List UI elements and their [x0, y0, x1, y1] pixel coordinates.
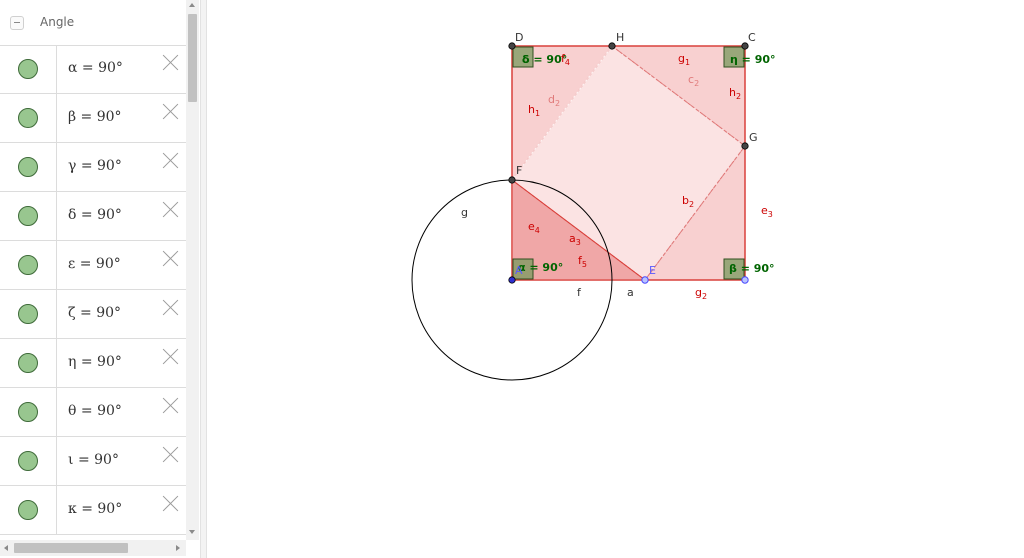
visibility-cell — [0, 388, 57, 436]
visibility-toggle[interactable] — [18, 451, 38, 471]
algebra-row[interactable]: β = 90° — [0, 94, 186, 143]
delete-icon[interactable] — [162, 151, 180, 169]
algebra-expression[interactable]: δ = 90° — [68, 207, 122, 223]
angle-label-bottom-right: β = 90° — [729, 262, 775, 275]
algebra-row[interactable]: ζ = 90° — [0, 290, 186, 339]
algebra-expression[interactable]: ζ = 90° — [68, 305, 121, 321]
algebra-row[interactable]: ι = 90° — [0, 437, 186, 486]
label-D: D — [515, 31, 523, 44]
delete-icon[interactable] — [162, 53, 180, 71]
scroll-up-icon[interactable] — [189, 3, 195, 7]
algebra-row[interactable]: η = 90° — [0, 339, 186, 388]
visibility-toggle[interactable] — [18, 255, 38, 275]
label-C: C — [748, 31, 756, 44]
point-F[interactable] — [508, 176, 516, 184]
label-e3: e3 — [761, 204, 773, 219]
horizontal-scrollbar[interactable] — [0, 540, 186, 556]
algebra-expression[interactable]: κ = 90° — [68, 501, 122, 517]
point-G[interactable] — [741, 142, 749, 150]
angle-marker-bottom-right[interactable]: β = 90° — [723, 258, 775, 280]
graphics-view[interactable]: δ δ = 90° η = 90° α = 90° β = 90° D H C … — [207, 0, 1024, 558]
angle-group-label: Angle — [40, 15, 75, 29]
delete-icon[interactable] — [162, 298, 180, 316]
visibility-cell — [0, 143, 57, 191]
point-B[interactable] — [741, 276, 749, 284]
angle-label-bottom-left: α = 90° — [518, 261, 563, 274]
algebra-expression[interactable]: θ = 90° — [68, 403, 122, 419]
algebra-row[interactable]: α = 90° — [0, 45, 186, 94]
visibility-cell — [0, 45, 57, 93]
point-E[interactable] — [641, 276, 649, 284]
delete-icon[interactable] — [162, 102, 180, 120]
scroll-right-icon[interactable] — [176, 545, 180, 551]
label-H: H — [616, 31, 624, 44]
label-F: F — [516, 164, 522, 177]
visibility-toggle[interactable] — [18, 353, 38, 373]
algebra-expression[interactable]: η = 90° — [68, 354, 122, 370]
visibility-cell — [0, 339, 57, 387]
vertical-scroll-thumb[interactable] — [188, 14, 197, 102]
angle-marker-top-right[interactable]: η = 90° — [723, 46, 776, 68]
visibility-cell — [0, 94, 57, 142]
scroll-down-icon[interactable] — [189, 530, 195, 534]
collapse-group-button[interactable] — [10, 16, 24, 30]
visibility-toggle[interactable] — [18, 500, 38, 520]
angle-group-header: Angle — [0, 0, 186, 46]
algebra-row[interactable]: δ = 90° — [0, 192, 186, 241]
visibility-cell — [0, 290, 57, 338]
label-E: E — [649, 264, 656, 277]
angle-label-top-right: η = 90° — [730, 53, 776, 66]
algebra-expression[interactable]: ι = 90° — [68, 452, 119, 468]
visibility-toggle[interactable] — [18, 304, 38, 324]
label-G: G — [749, 131, 758, 144]
algebra-row[interactable]: κ = 90° — [0, 486, 186, 535]
horizontal-scroll-thumb[interactable] — [14, 543, 128, 553]
algebra-expression[interactable]: γ = 90° — [68, 158, 122, 174]
algebra-expression[interactable]: α = 90° — [68, 60, 123, 76]
visibility-toggle[interactable] — [18, 402, 38, 422]
vertical-scrollbar[interactable] — [186, 0, 199, 540]
delete-icon[interactable] — [162, 494, 180, 512]
label-f: f — [577, 286, 582, 299]
label-A: A — [515, 264, 523, 277]
algebra-expression[interactable]: β = 90° — [68, 109, 122, 125]
algebra-view: Angle α = 90° β = 90° γ = 90° δ = 90° ε … — [0, 0, 200, 558]
visibility-toggle[interactable] — [18, 206, 38, 226]
geometry-canvas[interactable]: δ δ = 90° η = 90° α = 90° β = 90° D H C … — [207, 0, 1024, 558]
visibility-cell — [0, 241, 57, 289]
point-H[interactable] — [608, 42, 616, 50]
visibility-cell — [0, 486, 57, 534]
visibility-toggle[interactable] — [18, 157, 38, 177]
label-a: a — [627, 286, 634, 299]
visibility-cell — [0, 437, 57, 485]
panel-splitter[interactable] — [200, 0, 207, 558]
label-g2: g2 — [695, 286, 707, 301]
visibility-toggle[interactable] — [18, 108, 38, 128]
label-g: g — [461, 206, 468, 219]
delete-icon[interactable] — [162, 347, 180, 365]
algebra-row[interactable]: θ = 90° — [0, 388, 186, 437]
visibility-toggle[interactable] — [18, 59, 38, 79]
algebra-expression[interactable]: ε = 90° — [68, 256, 121, 272]
delete-icon[interactable] — [162, 445, 180, 463]
delete-icon[interactable] — [162, 396, 180, 414]
algebra-row[interactable]: γ = 90° — [0, 143, 186, 192]
point-A[interactable] — [508, 276, 516, 284]
delete-icon[interactable] — [162, 249, 180, 267]
algebra-row[interactable]: ε = 90° — [0, 241, 186, 290]
delete-icon[interactable] — [162, 200, 180, 218]
visibility-cell — [0, 192, 57, 240]
scroll-left-icon[interactable] — [4, 545, 8, 551]
